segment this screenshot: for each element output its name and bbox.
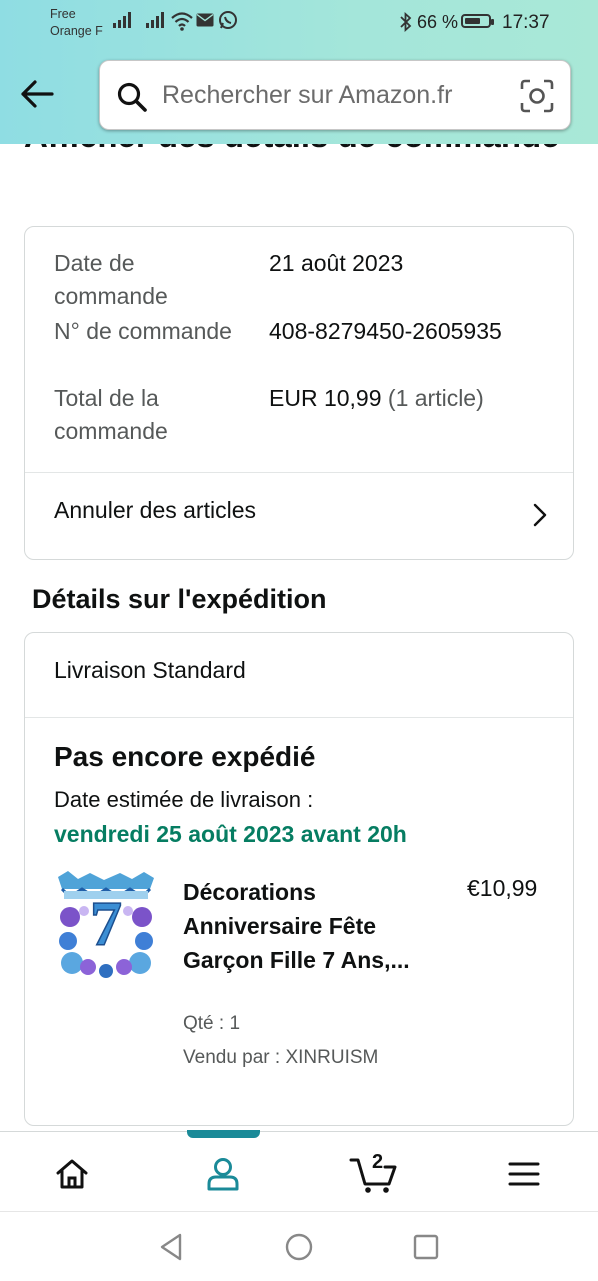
order-total-amount: EUR 10,99 bbox=[269, 385, 382, 411]
search-input[interactable] bbox=[162, 75, 502, 115]
carrier-2: Orange F bbox=[50, 24, 103, 38]
order-total-label: Total de la commande bbox=[54, 385, 168, 444]
product-title-link[interactable]: Décorations Anniversaire Fête Garçon Fil… bbox=[183, 875, 423, 977]
svg-text:7: 7 bbox=[90, 888, 122, 959]
shipment-card: Livraison Standard Pas encore expédié Da… bbox=[24, 632, 574, 1126]
menu-icon bbox=[508, 1162, 540, 1186]
arrow-left-icon[interactable] bbox=[18, 76, 58, 112]
camera-scan-icon[interactable] bbox=[520, 79, 554, 113]
delivery-estimate-label: Date estimée de livraison : bbox=[54, 787, 314, 812]
search-bar[interactable] bbox=[99, 60, 571, 130]
carrier-labels: Free Orange F bbox=[50, 6, 103, 40]
system-navigation-bar bbox=[0, 1211, 598, 1281]
nav-account[interactable] bbox=[193, 1152, 253, 1196]
whatsapp-icon bbox=[219, 11, 237, 29]
signal-icon bbox=[113, 12, 131, 28]
shipment-section-title: Détails sur l'expédition bbox=[32, 584, 327, 614]
home-icon bbox=[56, 1159, 88, 1189]
cancel-items-label: Annuler des articles bbox=[54, 497, 256, 523]
divider bbox=[25, 717, 573, 718]
nav-home[interactable] bbox=[42, 1152, 102, 1196]
battery-level bbox=[465, 18, 480, 24]
search-icon bbox=[117, 82, 147, 112]
product-seller: Vendu par : XINRUISM bbox=[183, 1047, 379, 1068]
product-quantity: Qté : 1 bbox=[183, 1013, 241, 1034]
wifi-icon bbox=[171, 12, 193, 31]
recent-apps-icon[interactable] bbox=[412, 1233, 440, 1261]
order-item-count: (1 article) bbox=[387, 385, 484, 411]
back-triangle-icon[interactable] bbox=[157, 1232, 185, 1262]
home-circle-icon[interactable] bbox=[284, 1232, 314, 1262]
cancel-items-button[interactable]: Annuler des articles bbox=[25, 473, 573, 559]
carrier-1: Free bbox=[50, 7, 76, 21]
active-tab-indicator bbox=[187, 1130, 260, 1138]
bluetooth-icon bbox=[400, 12, 412, 32]
order-summary-card: Date de commande 21 août 2023 N° de comm… bbox=[24, 226, 574, 560]
nav-menu[interactable] bbox=[494, 1152, 554, 1196]
delivery-estimate-date: vendredi 25 août 2023 avant 20h bbox=[54, 821, 407, 847]
product-price: €10,99 bbox=[467, 875, 538, 901]
order-number-value: 408-8279450-2605935 bbox=[269, 318, 502, 344]
mail-icon bbox=[196, 13, 214, 27]
order-details-content: Afficher des détails de commande Date de… bbox=[0, 144, 598, 1130]
page-title: Afficher des détails de commande bbox=[24, 144, 584, 159]
signal-icon bbox=[146, 12, 164, 28]
chevron-right-icon bbox=[533, 503, 547, 527]
order-total-value: EUR 10,99 (1 article) bbox=[269, 382, 484, 415]
product-thumbnail[interactable]: 7 bbox=[54, 871, 158, 979]
cart-count-badge: 2 bbox=[372, 1151, 384, 1173]
status-bar: Free Orange F 66 % 17:37 bbox=[0, 0, 598, 46]
clock: 17:37 bbox=[502, 12, 550, 33]
order-date-label: Date de commande bbox=[54, 250, 168, 309]
order-number-label: N° de commande bbox=[54, 318, 232, 344]
bottom-navigation: 2 bbox=[0, 1130, 598, 1212]
account-icon bbox=[207, 1158, 239, 1191]
shipping-method: Livraison Standard bbox=[54, 657, 246, 683]
battery-percent: 66 % bbox=[417, 12, 459, 32]
battery-icon bbox=[461, 14, 494, 28]
order-date-value: 21 août 2023 bbox=[269, 250, 404, 276]
shipment-status: Pas encore expédié bbox=[54, 741, 316, 772]
app-header bbox=[0, 46, 598, 144]
